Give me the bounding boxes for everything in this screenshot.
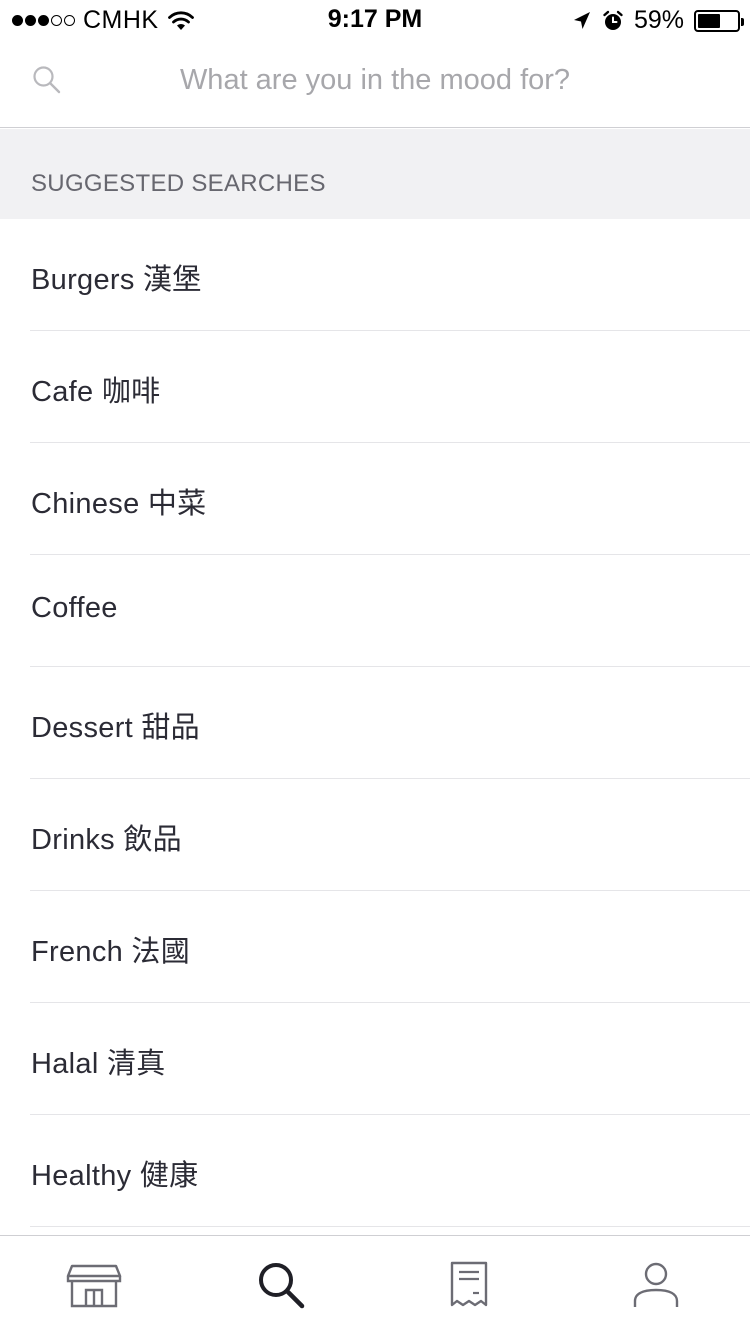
search-bar <box>0 40 750 128</box>
battery-cap <box>741 17 744 26</box>
list-item[interactable]: Drinks 飲品 <box>0 779 750 891</box>
tab-bar <box>0 1235 750 1334</box>
suggested-searches-list: Burgers 漢堡 Cafe 咖啡 Chinese 中菜 Coffee Des… <box>0 219 750 1227</box>
list-item[interactable]: Burgers 漢堡 <box>0 219 750 331</box>
receipt-icon <box>450 1261 487 1307</box>
list-item[interactable]: Halal 清真 <box>0 1003 750 1115</box>
status-bar: CMHK 9:17 PM 59% <box>0 0 750 40</box>
list-item-label: Drinks 飲品 <box>31 824 182 856</box>
list-item-label: Coffee <box>31 592 118 624</box>
location-arrow-icon <box>573 11 590 29</box>
search-icon <box>31 64 63 96</box>
battery-fill <box>698 13 721 28</box>
person-icon <box>634 1262 679 1307</box>
list-item[interactable]: Chinese 中菜 <box>0 443 750 555</box>
list-item[interactable]: Healthy 健康 <box>0 1115 750 1227</box>
list-item-label: Chinese 中菜 <box>31 488 207 520</box>
battery-icon <box>694 9 744 32</box>
section-header-label: SUGGESTED SEARCHES <box>31 170 326 197</box>
list-item-label: Cafe 咖啡 <box>31 376 161 408</box>
list-item[interactable]: Dessert 甜品 <box>0 667 750 779</box>
list-item-label: Halal 清真 <box>31 1048 166 1080</box>
search-icon <box>259 1263 305 1309</box>
tab-home[interactable] <box>0 1236 188 1334</box>
tab-orders[interactable] <box>375 1236 563 1334</box>
divider <box>30 1226 750 1227</box>
list-item-label: French 法國 <box>31 936 191 968</box>
tab-search[interactable] <box>188 1236 376 1334</box>
list-item[interactable]: Coffee <box>0 555 750 667</box>
status-right: 59% <box>572 6 744 35</box>
alarm-clock-icon <box>603 10 623 30</box>
list-item-label: Dessert 甜品 <box>31 712 200 744</box>
list-item[interactable]: French 法國 <box>0 891 750 1003</box>
storefront-icon <box>66 1264 121 1308</box>
section-header: SUGGESTED SEARCHES <box>0 129 750 219</box>
list-item[interactable]: Cafe 咖啡 <box>0 331 750 443</box>
search-input[interactable] <box>90 58 660 102</box>
list-item-label: Healthy 健康 <box>31 1160 199 1192</box>
battery-percent: 59% <box>633 6 684 34</box>
list-item-label: Burgers 漢堡 <box>31 264 202 296</box>
tab-account[interactable] <box>563 1236 750 1334</box>
